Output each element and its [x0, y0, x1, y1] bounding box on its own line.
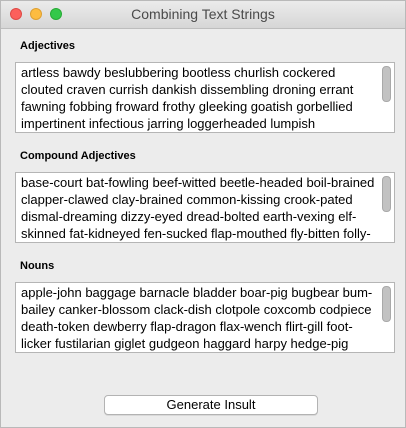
nouns-scroll-thumb[interactable] [382, 286, 391, 322]
nouns-text[interactable]: apple-john baggage barnacle bladder boar… [21, 284, 379, 352]
adjectives-label: Adjectives [20, 40, 76, 52]
adjectives-scrollbar[interactable] [379, 63, 394, 132]
nouns-text-view[interactable]: apple-john baggage barnacle bladder boar… [15, 282, 395, 353]
adjectives-scroll-thumb[interactable] [382, 66, 391, 102]
window-title: Combining Text Strings [131, 6, 275, 22]
compound-adjectives-scrollbar[interactable] [379, 173, 394, 242]
compound-adjectives-text-view[interactable]: base-court bat-fowling beef-witted beetl… [15, 172, 395, 243]
generate-insult-button[interactable]: Generate Insult [104, 395, 318, 415]
title-bar: Combining Text Strings [1, 1, 405, 29]
compound-adjectives-text[interactable]: base-court bat-fowling beef-witted beetl… [21, 174, 379, 242]
compound-adjectives-label: Compound Adjectives [20, 150, 136, 162]
adjectives-text[interactable]: artless bawdy beslubbering bootless chur… [21, 64, 379, 132]
nouns-scrollbar[interactable] [379, 283, 394, 352]
compound-adjectives-scroll-thumb[interactable] [382, 176, 391, 212]
app-window: Combining Text Strings Adjectives artles… [0, 0, 406, 428]
nouns-label: Nouns [20, 260, 55, 272]
adjectives-text-view[interactable]: artless bawdy beslubbering bootless chur… [15, 62, 395, 133]
